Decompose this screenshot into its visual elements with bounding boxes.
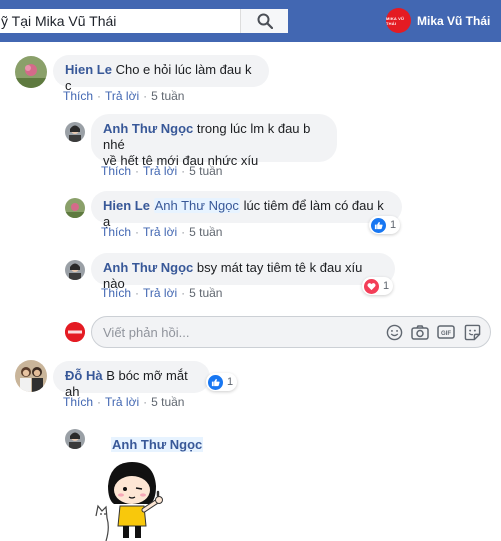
comment-author[interactable]: Anh Thư Ngọc — [103, 121, 193, 136]
avatar[interactable] — [65, 122, 85, 142]
sticker-image[interactable] — [92, 456, 182, 541]
profile-link[interactable]: MIKA VŨ THÁI Mika Vũ Thái — [386, 8, 490, 33]
avatar[interactable] — [15, 56, 47, 88]
comment-bubble: Anh Thư Ngọc bsy mát tay tiêm tê k đau x… — [91, 253, 395, 291]
reaction-count: 1 — [227, 376, 234, 388]
comment-actions: Thích · Trả lời · 5 tuần — [63, 395, 185, 409]
reply-input[interactable]: Viết phản hồi... — [92, 325, 385, 340]
avatar[interactable] — [65, 198, 85, 218]
search-icon — [257, 13, 273, 29]
like-reaction-icon — [371, 217, 386, 233]
reaction-summary[interactable]: 1 — [362, 277, 394, 295]
reply-composer[interactable]: Viết phản hồi... GIF — [91, 316, 491, 348]
sticker-comment: Anh Thư Ngọc — [111, 437, 204, 452]
reaction-summary[interactable]: 1 — [369, 216, 401, 234]
top-navigation-bar: ỹ Tại Mika Vũ Thái MIKA VŨ THÁI Mika Vũ … — [0, 0, 501, 42]
current-user-avatar — [65, 322, 85, 342]
reply-link[interactable]: Trả lời — [143, 286, 177, 300]
search-box[interactable]: ỹ Tại Mika Vũ Thái — [0, 9, 288, 33]
timestamp[interactable]: 5 tuần — [189, 164, 222, 178]
comment-actions: Thích · Trả lời · 5 tuần — [63, 89, 185, 103]
like-reaction-icon — [208, 374, 223, 390]
search-input[interactable]: ỹ Tại Mika Vũ Thái — [0, 13, 240, 29]
search-button[interactable] — [240, 9, 288, 33]
love-reaction-icon — [364, 278, 379, 294]
timestamp[interactable]: 5 tuần — [151, 89, 184, 103]
reaction-count: 1 — [383, 280, 390, 292]
brand-avatar: MIKA VŨ THÁI — [386, 8, 411, 33]
like-link[interactable]: Thích — [101, 164, 131, 178]
mention-tag[interactable]: Anh Thư Ngọc — [153, 198, 240, 213]
comment-actions: Thích · Trả lời · 5 tuần — [101, 225, 223, 239]
comment-actions: Thích · Trả lời · 5 tuần — [101, 164, 223, 178]
like-link[interactable]: Thích — [63, 395, 93, 409]
timestamp[interactable]: 5 tuần — [189, 225, 222, 239]
comment-bubble: Hien Le Cho e hỏi lúc làm đau k c — [53, 55, 269, 93]
comment-bubble: Anh Thư Ngọc trong lúc lm k đau b nhé về… — [91, 114, 337, 168]
comment-author[interactable]: Hien Le — [65, 62, 112, 77]
reply-link[interactable]: Trả lời — [105, 89, 139, 103]
avatar[interactable] — [65, 260, 85, 280]
reaction-count: 1 — [390, 219, 397, 231]
comment-bubble: Đỗ Hà B bóc mỡ mắt ah — [53, 361, 210, 399]
reply-link[interactable]: Trả lời — [143, 164, 177, 178]
camera-icon[interactable] — [411, 323, 429, 341]
like-link[interactable]: Thích — [63, 89, 93, 103]
gif-label: GIF — [441, 331, 451, 337]
emoji-icon[interactable] — [385, 323, 403, 341]
reply-link[interactable]: Trả lời — [105, 395, 139, 409]
reply-link[interactable]: Trả lời — [143, 225, 177, 239]
like-link[interactable]: Thích — [101, 225, 131, 239]
like-link[interactable]: Thích — [101, 286, 131, 300]
comment-bubble: Hien Le Anh Thư Ngọc lúc tiêm để làm có … — [91, 191, 402, 229]
sticker-icon[interactable] — [463, 323, 481, 341]
timestamp[interactable]: 5 tuần — [151, 395, 184, 409]
profile-name: Mika Vũ Thái — [417, 13, 491, 28]
gif-icon[interactable]: GIF — [437, 323, 455, 341]
comment-author[interactable]: Hien Le — [103, 198, 150, 213]
avatar[interactable] — [65, 429, 85, 449]
timestamp[interactable]: 5 tuần — [189, 286, 222, 300]
comment-author[interactable]: Anh Thư Ngọc — [103, 260, 193, 275]
comment-author[interactable]: Đỗ Hà — [65, 368, 103, 383]
comment-actions: Thích · Trả lời · 5 tuần — [101, 286, 223, 300]
reaction-summary[interactable]: 1 — [206, 373, 238, 391]
avatar[interactable] — [15, 360, 47, 392]
comment-author[interactable]: Anh Thư Ngọc — [111, 437, 204, 452]
